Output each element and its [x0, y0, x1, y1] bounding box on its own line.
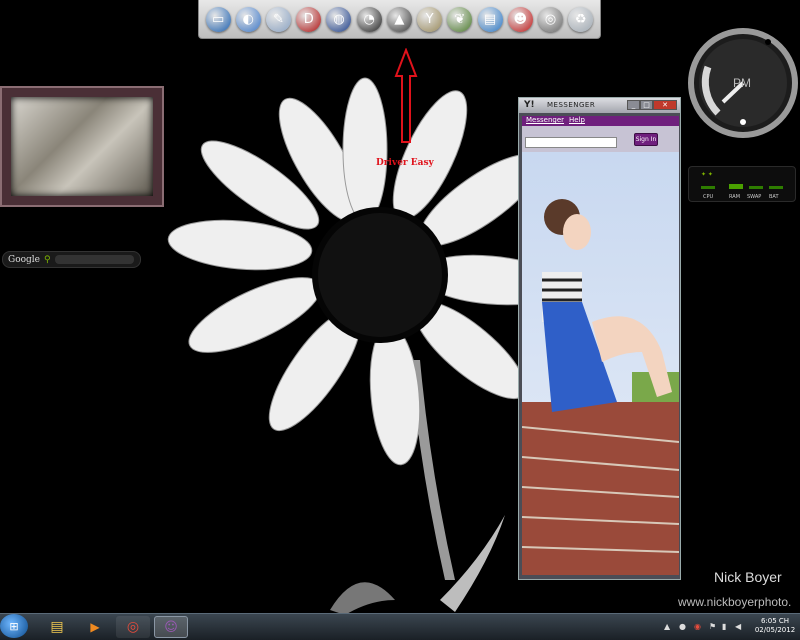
minimize-button[interactable]: _ [627, 100, 640, 110]
driver-easy-label: Driver Easy [376, 158, 434, 168]
ram-label: RAM [729, 194, 741, 200]
sign-in-button[interactable]: Sign In [634, 133, 658, 146]
window-title: MESSENGER [547, 101, 596, 109]
red-d-icon[interactable]: D [296, 6, 322, 32]
dock-bar: ▭ ◐ ✎ D ◍ ◔ ▲ Y ❦ ▤ ☻ ◎ ♻ [198, 0, 601, 39]
leaf-icon[interactable]: ❦ [447, 6, 473, 32]
network-icon[interactable]: ◐ [235, 6, 261, 32]
computer-icon[interactable]: ▭ [205, 6, 231, 32]
yahoo-logo: Y! [524, 100, 535, 110]
speed-icon[interactable]: ◔ [356, 6, 382, 32]
taskbar: ⊞ ▤ ▶ ◎ ☺ ▲ ● ◉ ⚑ ▮ ◀ 6:05 CH 02/05/2012 [0, 613, 800, 640]
tray-time: 6:05 CH [760, 617, 790, 625]
cpu-label: CPU [703, 194, 714, 200]
tray-volume-icon[interactable]: ◀ [735, 622, 741, 631]
globe-icon[interactable]: ◍ [326, 6, 352, 32]
messenger-icon: ☺ [164, 619, 178, 635]
search-icon[interactable]: ⚲ [44, 255, 51, 265]
dragon-photo [11, 97, 153, 196]
tray-expand-icon[interactable]: ▲ [664, 622, 670, 631]
menu-bar: Messenger Help [522, 116, 679, 126]
play-icon: ▶ [90, 620, 100, 634]
cpu-bar [701, 186, 715, 189]
tray-flag-icon[interactable]: ⚑ [709, 622, 716, 631]
tray-clock[interactable]: 6:05 CH 02/05/2012 [751, 617, 799, 635]
menu-messenger[interactable]: Messenger [526, 116, 564, 124]
hat-icon[interactable]: ▲ [386, 6, 412, 32]
folder-icon[interactable]: ▤ [477, 6, 503, 32]
clock-ampm: PM [733, 76, 751, 90]
system-meter-gadget: ✦ ✦ CPU RAM SWAP BAT [688, 166, 796, 202]
messenger-titlebar[interactable]: Y! MESSENGER _ □ ✕ [519, 98, 680, 113]
tray-network-icon[interactable]: ● [679, 622, 686, 631]
chrome-icon: ◎ [126, 619, 140, 635]
recycle-bin-icon[interactable]: ♻ [568, 6, 594, 32]
photographer-url: www.nickboyerphoto. [678, 595, 792, 609]
windows-logo-icon: ⊞ [9, 619, 19, 633]
maximize-button[interactable]: □ [640, 100, 653, 110]
messenger-body: Sign In [522, 126, 679, 575]
folder-icon: ▤ [50, 619, 64, 635]
close-button[interactable]: ✕ [653, 100, 677, 110]
ram-bar [729, 184, 743, 189]
clock-gadget: PM [688, 28, 798, 138]
google-search-gadget: Google ⚲ [2, 251, 141, 268]
swap-bar [749, 186, 763, 189]
taskbar-messenger[interactable]: ☺ [154, 616, 188, 638]
start-button[interactable]: ⊞ [0, 614, 28, 638]
swap-label: SWAP [747, 194, 762, 200]
messenger-window: Y! MESSENGER _ □ ✕ Messenger Help Sign I… [518, 97, 681, 580]
google-search-input[interactable] [54, 255, 134, 264]
photo-frame-gadget[interactable] [0, 86, 164, 207]
face-icon[interactable]: ☻ [507, 6, 533, 32]
chrome-icon[interactable]: ◎ [538, 6, 564, 32]
taskbar-media-player[interactable]: ▶ [78, 616, 112, 638]
photographer-name: Nick Boyer [714, 569, 782, 585]
tray-battery-icon[interactable]: ▮ [722, 622, 726, 631]
bat-bar [769, 186, 783, 189]
menu-help[interactable]: Help [569, 116, 585, 124]
paint-icon[interactable]: ✎ [266, 6, 292, 32]
google-label: Google [8, 254, 40, 265]
messenger-photo [522, 152, 679, 575]
trophy-icon[interactable]: Y [417, 6, 443, 32]
taskbar-chrome[interactable]: ◎ [116, 616, 150, 638]
tray-antivirus-icon[interactable]: ◉ [694, 622, 701, 631]
username-field[interactable] [525, 137, 617, 148]
tray-date: 02/05/2012 [754, 626, 796, 634]
up-arrow-annotation [394, 48, 418, 143]
taskbar-explorer[interactable]: ▤ [40, 616, 74, 638]
arrows-icon: ✦ ✦ [701, 171, 713, 178]
bat-label: BAT [769, 194, 779, 200]
